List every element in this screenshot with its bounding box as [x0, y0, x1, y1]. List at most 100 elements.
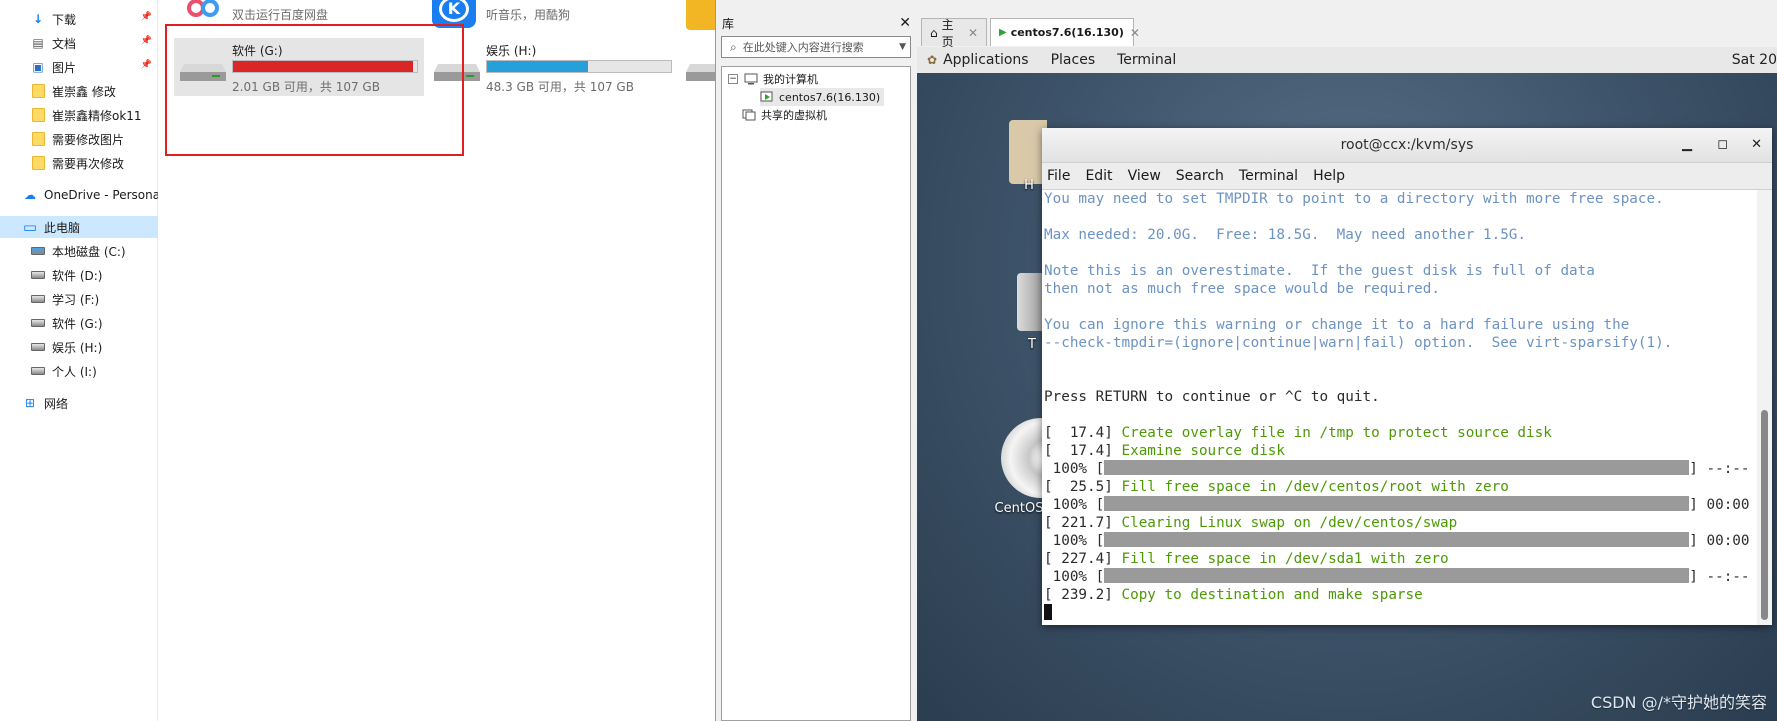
nav-item-label: 崔崇鑫精修ok11: [52, 108, 142, 123]
computer-icon: ▭: [22, 218, 38, 236]
folder-icon: [30, 84, 46, 98]
pin-icon[interactable]: 📌: [141, 36, 152, 46]
scrollbar-thumb[interactable]: [1761, 410, 1768, 620]
nav-item[interactable]: ▤ 文档 📌: [0, 32, 158, 54]
terminal-menu-item[interactable]: Terminal: [1239, 168, 1298, 184]
terminal-prompt-line: Press RETURN to continue or ^C to quit.: [1044, 389, 1380, 405]
terminal-cursor-line: [1042, 604, 1757, 622]
nav-item[interactable]: 软件 (G:): [0, 312, 158, 334]
nav-item[interactable]: 软件 (D:): [0, 264, 158, 286]
progress-percent: 100% [: [1044, 533, 1105, 549]
nav-item-label: OneDrive - Persona: [44, 188, 158, 202]
progress-eta: ] --:--: [1689, 461, 1750, 477]
nav-item[interactable]: 需要修改图片: [0, 128, 158, 150]
terminal-warning-line: --check-tmpdir=(ignore|continue|warn|fai…: [1044, 335, 1673, 351]
terminal-menu[interactable]: Terminal: [1117, 52, 1176, 68]
terminal-menu-item[interactable]: Edit: [1085, 168, 1112, 184]
terminal-window[interactable]: root@ccx:/kvm/sys ▁ ◻ ✕ File Edit View Sear…: [1042, 128, 1772, 625]
progress-bar: [1104, 460, 1690, 475]
terminal-scrollbar[interactable]: [1757, 190, 1772, 625]
nav-item[interactable]: ☁ OneDrive - Persona: [0, 184, 158, 206]
drive-icon: [30, 316, 46, 330]
nav-item[interactable]: 娱乐 (H:): [0, 336, 158, 358]
minimize-icon[interactable]: ▁: [1682, 137, 1692, 152]
terminal-menu-item[interactable]: File: [1047, 168, 1070, 184]
library-title: 库: [722, 16, 735, 31]
places-menu[interactable]: Places: [1051, 52, 1096, 68]
pin-icon[interactable]: 📌: [141, 12, 152, 22]
terminal-step-line: [ 25.5] Fill free space in /dev/centos/r…: [1042, 478, 1757, 496]
drive-icon: [30, 340, 46, 354]
navigation-pane: ↓ 下载 📌 ▤ 文档 📌 ▣ 图片 📌 崔崇鑫 修改崔崇鑫精修ok11 需要修改图片需要再次修改 ☁…: [0, 0, 158, 721]
nav-item[interactable]: ↓ 下载 📌: [0, 8, 158, 30]
gnome-foot-icon: ✿: [927, 53, 938, 67]
terminal-menu-item[interactable]: View: [1128, 168, 1161, 184]
tab-label: 主页: [941, 17, 954, 49]
terminal-warning-line: Note this is an overestimate. If the gue…: [1044, 263, 1595, 279]
terminal-warning-line: [1042, 298, 1757, 316]
tree-item-centos[interactable]: centos7.6(16.130): [760, 88, 885, 106]
terminal-progress-line: 100% [] 00:00: [1042, 532, 1757, 550]
cd-drive-icon[interactable]: CentOS: [991, 418, 1047, 518]
tab-centos[interactable]: ▶ centos7.6(16.130) ✕: [990, 18, 1140, 46]
terminal-output[interactable]: You may need to set TMPDIR to point to a…: [1042, 190, 1757, 625]
terminal-progress-line: 100% [ ] --:--: [1042, 568, 1757, 586]
terminal-progress-line: 100% [ ] --:--: [1042, 460, 1757, 478]
nav-item-label: 需要修改图片: [52, 132, 125, 147]
nav-item-label: 此电脑: [44, 220, 81, 235]
pin-icon[interactable]: 📌: [141, 60, 152, 70]
step-message: Create overlay file in /tmp to protect s…: [1121, 425, 1552, 441]
close-icon[interactable]: ✕: [1751, 137, 1762, 152]
step-message: Fill free space in /dev/centos/root with…: [1121, 479, 1509, 495]
progress-bar: [1104, 532, 1690, 547]
home-icon: ⌂: [930, 25, 938, 40]
nav-item-label: 学习 (F:): [52, 292, 100, 307]
vm-running-icon: [760, 91, 774, 103]
nav-item[interactable]: ⊞ 网络: [0, 392, 158, 414]
applications-menu[interactable]: Applications: [943, 52, 1029, 68]
drive-name: 娱乐 (H:): [486, 44, 537, 58]
vm-tab-bar: ⌂ 主页 ✕ ▶ centos7.6(16.130) ✕: [917, 15, 1777, 49]
step-message: Copy to destination and make sparse: [1121, 587, 1423, 603]
network-icon: ⊞: [24, 396, 36, 410]
nav-item[interactable]: 个人 (I:): [0, 360, 158, 382]
terminal-menu-item[interactable]: Help: [1313, 168, 1345, 184]
drive-tile-h[interactable]: 娱乐 (H:) 48.3 GB 可用，共 107 GB: [428, 38, 678, 96]
step-message: Clearing Linux swap on /dev/centos/swap: [1121, 515, 1458, 531]
screen: ↓ 下载 📌 ▤ 文档 📌 ▣ 图片 📌 崔崇鑫 修改崔崇鑫精修ok11 需要修改图片需要再次修改 ☁…: [0, 0, 1777, 721]
nav-item-label: 软件 (G:): [52, 316, 103, 331]
terminal-titlebar[interactable]: root@ccx:/kvm/sys ▁ ◻ ✕: [1042, 128, 1772, 163]
highlight-box: [165, 24, 464, 156]
progress-bar: [1104, 496, 1690, 511]
hard-drive-icon[interactable]: [686, 58, 715, 82]
progress-percent: 100% [: [1044, 569, 1105, 585]
step-timestamp: [ 239.2]: [1044, 587, 1113, 603]
nav-item[interactable]: 本地磁盘 (C:): [0, 240, 158, 262]
baidu-netdisk-icon[interactable]: [184, 0, 228, 24]
tree-item-my-computer[interactable]: − 我的计算机: [728, 70, 818, 88]
dropdown-arrow-icon[interactable]: ▼: [899, 42, 906, 52]
nav-item[interactable]: 崔崇鑫 修改: [0, 80, 158, 102]
nav-item[interactable]: ▣ 图片 📌: [0, 56, 158, 78]
tree-item-shared-vms[interactable]: 共享的虚拟机: [742, 106, 827, 124]
nav-item[interactable]: 崔崇鑫精修ok11: [0, 104, 158, 126]
computer-icon: [744, 73, 758, 85]
close-icon[interactable]: ✕: [899, 15, 911, 31]
close-icon[interactable]: ✕: [968, 26, 978, 40]
clock[interactable]: Sat 20: [1732, 52, 1777, 68]
close-icon[interactable]: ✕: [1130, 26, 1140, 40]
collapse-icon[interactable]: −: [728, 74, 738, 84]
nav-item[interactable]: ▭ 此电脑: [0, 216, 158, 238]
tab-home[interactable]: ⌂ 主页 ✕: [921, 18, 987, 49]
nav-item-label: 软件 (D:): [52, 268, 103, 283]
nav-item[interactable]: 学习 (F:): [0, 288, 158, 310]
terminal-menu-item[interactable]: Search: [1176, 168, 1224, 184]
terminal-cursor: [1044, 604, 1052, 620]
progress-percent: 100% [: [1044, 461, 1105, 477]
gnome-top-bar: ✿ Applications Places Terminal Sat 20: [917, 47, 1777, 73]
nav-item[interactable]: 需要再次修改: [0, 152, 158, 174]
maximize-icon[interactable]: ◻: [1717, 137, 1728, 152]
library-search-input[interactable]: ⌕ 在此处键入内容进行搜索 ▼: [721, 36, 911, 58]
progress-eta: ] --:--: [1689, 569, 1750, 585]
